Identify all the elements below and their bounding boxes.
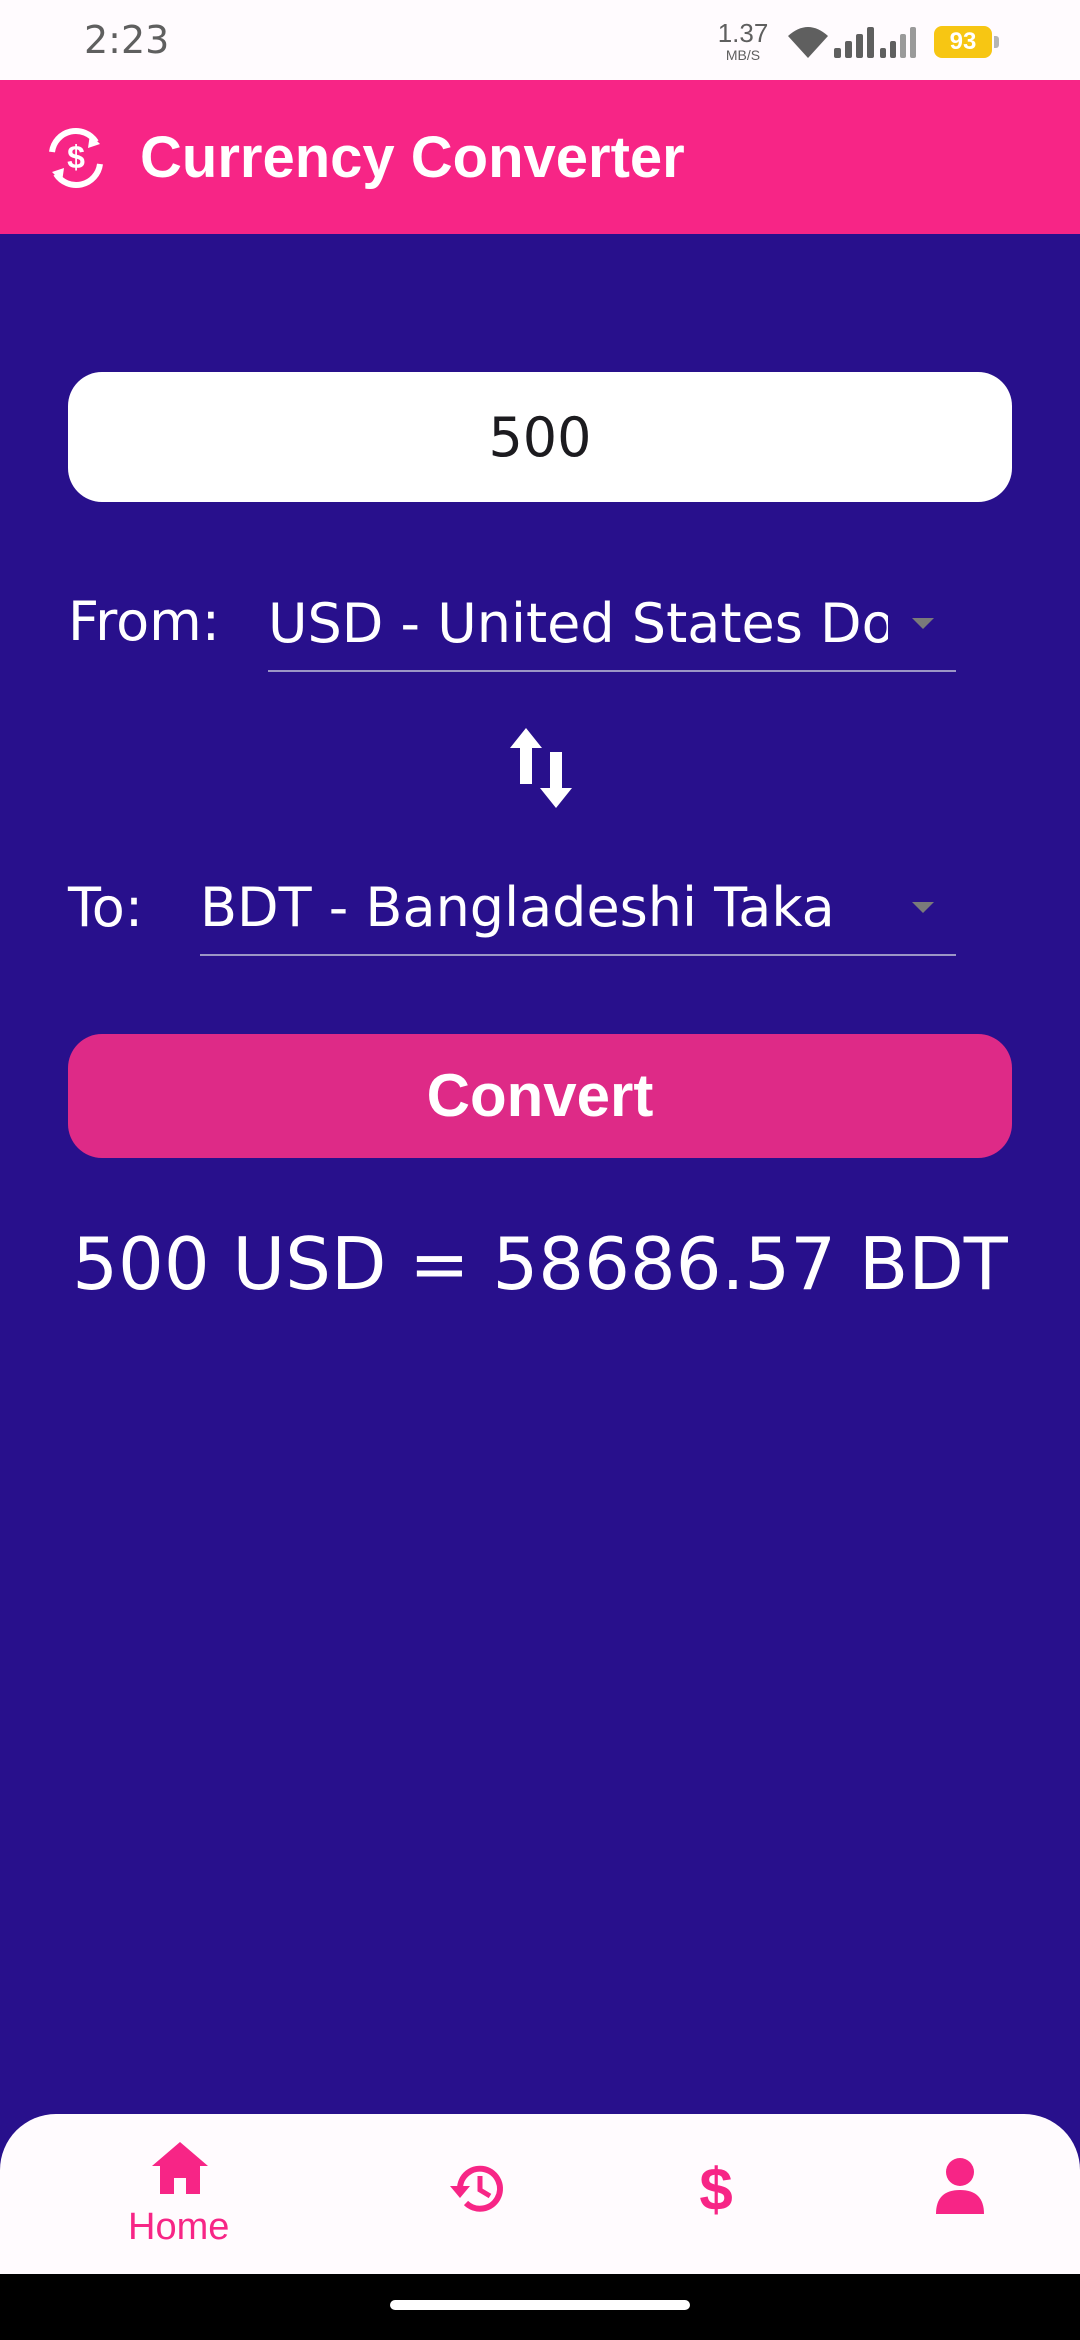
convert-button[interactable]: Convert: [68, 1034, 1012, 1158]
svg-text:$: $: [67, 139, 85, 175]
wifi-icon: [788, 27, 828, 58]
currency-exchange-icon: $: [49, 127, 103, 189]
from-label: From:: [68, 590, 220, 653]
to-label: To:: [68, 876, 144, 939]
person-icon: [936, 2158, 984, 2214]
battery-tip: [994, 36, 999, 48]
dollar-icon: $: [699, 2158, 732, 2222]
nav-item-profile[interactable]: [880, 2114, 1040, 2274]
to-currency-value: BDT - Bangladeshi Taka: [200, 876, 835, 939]
conversion-result: 500 USD = 58686.57 BDT: [72, 1222, 1008, 1306]
network-speed-value: 1.37: [717, 18, 769, 48]
gesture-handle[interactable]: [390, 2300, 690, 2310]
home-icon: [152, 2142, 208, 2194]
from-currency-dropdown[interactable]: USD - United States Dol...: [268, 580, 956, 672]
to-currency-dropdown[interactable]: BDT - Bangladeshi Taka: [200, 864, 956, 956]
chevron-down-icon: [912, 618, 934, 629]
chevron-down-icon: [912, 902, 934, 913]
nav-item-currencies[interactable]: $: [640, 2114, 800, 2274]
history-icon: [450, 2165, 503, 2212]
from-currency-value: USD - United States Dol...: [268, 592, 888, 655]
bottom-navigation: Home $: [0, 2114, 1080, 2274]
app-title: Currency Converter: [140, 125, 685, 190]
amount-input[interactable]: [68, 372, 1012, 502]
status-bar: 2:23 1.37 MB/S 93: [0, 0, 1080, 80]
svg-text:$: $: [699, 2158, 732, 2222]
nav-label-home: Home: [128, 2206, 230, 2248]
app-bar: $ Currency Converter: [0, 80, 1080, 234]
battery-icon: 93: [934, 26, 992, 58]
network-speed: 1.37 MB/S: [716, 20, 770, 62]
nav-item-history[interactable]: [400, 2114, 560, 2274]
nav-item-home[interactable]: Home: [100, 2114, 260, 2274]
status-time: 2:23: [84, 18, 170, 62]
signal-icon-secondary: [880, 27, 916, 58]
swap-vertical-icon[interactable]: [506, 724, 576, 812]
network-speed-unit: MB/S: [725, 47, 761, 63]
